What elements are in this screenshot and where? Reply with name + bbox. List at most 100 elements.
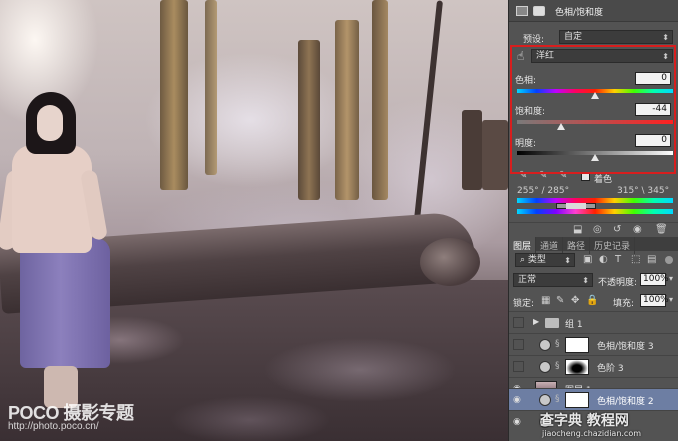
preset-dropdown[interactable]: 自定 ⬍ [559,30,673,44]
colorize-checkbox[interactable] [581,172,590,181]
blend-mode-value: 正常 [518,275,537,285]
lightness-slider-handle[interactable] [591,154,599,161]
layer-mask-thumbnail[interactable] [565,359,589,375]
site-watermark-title: 查字典 教程网 [540,413,629,429]
hue-slider-handle[interactable] [591,92,599,99]
tab-paths[interactable]: 路径 [563,237,591,254]
filter-pixel-icon[interactable]: ▣ [583,254,592,265]
chevron-down-icon: ⬍ [662,33,669,42]
layer-row-hue-sat-3[interactable]: § 色相/饱和度 3 [509,333,678,355]
lightness-label: 明度: [515,139,537,149]
clip-to-layer-icon[interactable]: ⬓ [573,224,582,235]
tree-trunk [298,40,320,200]
tab-layers[interactable]: 图层 [509,237,537,254]
layer-filter-dropdown[interactable]: ⌕ 类型 ⬍ [515,253,575,267]
chevron-down-icon: ⬍ [582,276,589,285]
fill-input[interactable]: 100% [640,294,669,307]
filter-shape-icon[interactable]: ⬚ [631,254,640,265]
eyedropper-icon[interactable]: ✎ [519,170,527,181]
opacity-input[interactable]: 100% [640,273,669,286]
lock-label: 锁定: [513,299,535,309]
filter-type-icon[interactable]: T [615,254,621,265]
woman-face [37,105,63,141]
fill-label: 填充: [613,299,635,309]
properties-header: 色相/饱和度 [509,0,678,22]
tree-trunk [372,0,388,200]
link-icon[interactable]: § [555,361,560,371]
tab-history[interactable]: 历史记录 [590,237,636,254]
lock-all-icon[interactable]: 🔒 [586,295,598,306]
channel-dropdown[interactable]: 洋红 ⬍ [531,49,673,63]
filter-toggle[interactable] [665,256,673,264]
channel-value: 洋红 [536,51,555,61]
layer-name: 色相/饱和度 3 [597,342,654,352]
tree-trunk [482,120,508,190]
folder-icon [545,318,559,328]
layer-mask-thumbnail[interactable] [565,392,589,408]
saturation-slider-track[interactable] [517,120,673,124]
visibility-icon[interactable]: ◉ [633,224,642,235]
eyedropper-minus-icon[interactable]: ✎ [559,170,567,181]
view-previous-icon[interactable]: ◎ [593,224,602,235]
tree-trunk [412,0,444,230]
lock-transparency-icon[interactable]: ▦ [541,295,550,306]
tree-trunk [335,20,359,200]
properties-title: 色相/饱和度 [555,8,604,18]
visibility-toggle[interactable] [513,317,524,328]
link-icon[interactable]: § [555,339,560,349]
filter-smart-icon[interactable]: ▤ [647,254,656,265]
site-watermark: 查字典 教程网 jiaocheng.chazidian.com [538,410,678,441]
layer-row-levels-3[interactable]: § 色阶 3 [509,355,678,377]
range-right-readout: 315° \ 345° [617,186,670,196]
eye-icon[interactable]: ◉ [513,395,521,405]
tree-trunk [462,110,482,190]
adjustment-layer-icon [539,394,551,406]
trash-icon[interactable]: 🗑 [655,224,668,235]
filter-adjustment-icon[interactable]: ◐ [599,254,608,265]
saturation-input[interactable]: -44 [635,103,671,116]
woman-blouse [12,145,92,253]
tab-channels[interactable]: 通道 [536,237,564,254]
chevron-down-icon: ⬍ [662,52,669,61]
range-left-readout: 255° / 285° [517,186,570,196]
adjustment-layer-icon [539,339,551,351]
hue-input[interactable]: 0 [635,72,671,85]
lock-paint-icon[interactable]: ✎ [556,295,564,306]
image-canvas[interactable]: POCO 摄影专题 http://photo.poco.cn/ [0,0,508,441]
layer-row-hue-sat-2[interactable]: ◉ § 色相/饱和度 2 [509,388,678,410]
eyedropper-plus-icon[interactable]: ✎ [539,170,547,181]
link-icon[interactable]: § [555,394,560,404]
lightness-input[interactable]: 0 [635,134,671,147]
properties-panel: 色相/饱和度 预设: 自定 ⬍ ☝ 洋红 ⬍ 色相: 0 饱和度: -44 明度: … [508,0,678,441]
site-watermark-url: jiaocheng.chazidian.com [542,429,642,438]
search-icon: ⌕ [520,255,528,265]
hue-label: 色相: [515,76,537,86]
saturation-label: 饱和度: [515,107,546,117]
hue-range-bar-bottom [517,209,673,214]
properties-footer: ⬓ ◎ ↺ ◉ 🗑 [509,222,678,236]
adjustment-layer-icon [539,361,551,373]
reset-icon[interactable]: ↺ [613,224,621,235]
visibility-toggle[interactable] [513,339,524,350]
layer-filter-value: 类型 [527,255,546,265]
tree-trunk [205,0,217,175]
hand-tool-icon[interactable]: ☝ [517,49,524,63]
colorize-label: 着色 [594,175,613,185]
chevron-down-icon[interactable]: ▾ [669,274,673,283]
chevron-right-icon[interactable]: ▶ [533,317,539,326]
visibility-toggle[interactable] [513,361,524,372]
adjustment-icon [516,6,528,16]
layer-row-group[interactable]: ▶ 组 1 [509,311,678,333]
eye-icon[interactable]: ◉ [513,417,521,427]
layer-mask-thumbnail[interactable] [565,337,589,353]
chevron-down-icon: ⬍ [564,256,571,265]
saturation-slider-handle[interactable] [556,123,565,130]
chevron-down-icon[interactable]: ▾ [669,295,673,304]
lock-move-icon[interactable]: ✥ [571,295,579,306]
layers-tab-bar: 图层 通道 路径 历史记录 [509,237,678,254]
preset-value: 自定 [564,32,583,42]
mask-icon[interactable] [533,6,545,16]
log-end [420,238,480,286]
blend-mode-dropdown[interactable]: 正常 ⬍ [513,273,593,287]
preset-label: 预设: [523,35,545,45]
